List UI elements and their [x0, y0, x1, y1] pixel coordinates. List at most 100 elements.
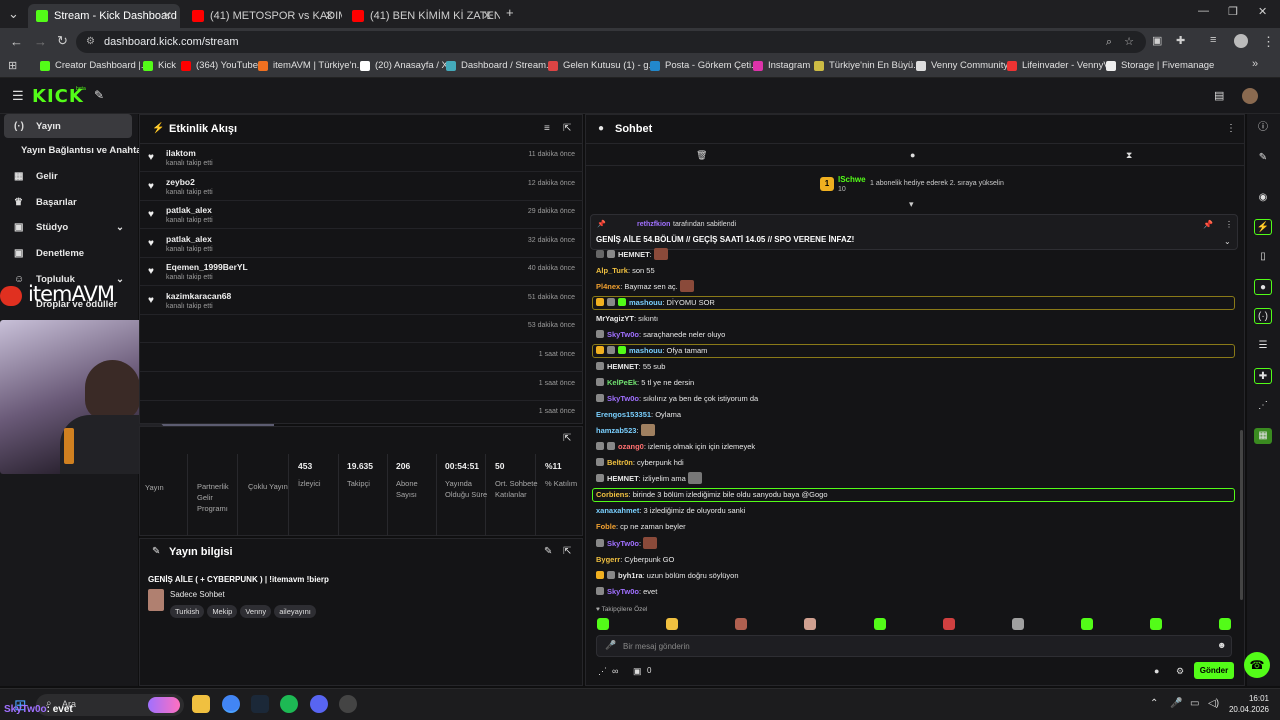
microphone-icon[interactable]: 🎤 [605, 640, 616, 651]
chat-username[interactable]: Erengos153351 [596, 410, 651, 419]
chat-username[interactable]: Foble [596, 522, 616, 531]
chat-message[interactable]: Pl4nex: Baymaz sen aç. [596, 280, 694, 294]
obs-icon[interactable] [339, 695, 357, 713]
tab-youtube-1[interactable]: (41) METOSPOR vs KADIM FUTB ✕ [184, 4, 342, 28]
chat-icon[interactable]: ● [1254, 279, 1272, 295]
chat-message[interactable]: mashouu: DİYOMU SOR [596, 296, 715, 310]
media-icon[interactable]: ≡ [1210, 34, 1216, 46]
chat-message[interactable]: SkyTw0o: evet [596, 585, 657, 599]
app-icon[interactable]: ▦ [1254, 428, 1272, 444]
reload-icon[interactable]: ↻ [57, 33, 68, 49]
bookmark-item[interactable]: Lifeinvader - VennyV [1007, 60, 1110, 71]
chat-message[interactable]: SkyTw0o: [596, 537, 658, 551]
chat-input[interactable]: 🎤 Bir mesaj gönderin ☻ [596, 635, 1232, 657]
menu-icon[interactable]: ⋮ [1262, 34, 1275, 50]
tag[interactable]: aileyayını [274, 605, 316, 618]
sidebar-item-basarilar[interactable]: ♛ Başarılar [4, 190, 132, 214]
camera-icon[interactable]: ◉ [1254, 190, 1272, 206]
leaderboard-toggle-icon[interactable]: ▾ [909, 199, 914, 210]
chrome-icon[interactable] [222, 695, 240, 713]
window-close-icon[interactable]: ✕ [1258, 5, 1267, 18]
sidebar-item-gelir[interactable]: ▦ Gelir [4, 164, 132, 188]
chat-username[interactable]: HEMNET [607, 474, 639, 483]
tab-kick-dashboard[interactable]: Stream - Kick Dashboard ✕ [28, 4, 180, 28]
chat-username[interactable]: Alp_Turk [596, 266, 628, 275]
activity-row[interactable]: ♥ Eqemen_1999BerYL kanalı takip etti 40 dak… [140, 258, 583, 286]
filter-icon[interactable]: ≡ [544, 123, 550, 134]
file-explorer-icon[interactable] [192, 695, 210, 713]
sidebar-item-denetleme[interactable]: ▣ Denetleme [4, 241, 132, 265]
gift-icon[interactable]: ▣ [633, 666, 642, 677]
chat-message[interactable]: SkyTw0o: saraçhanede neler oluyo [596, 328, 725, 342]
chat-message[interactable]: HEMNET: izliyelim ama [596, 472, 702, 486]
chevron-down-icon[interactable]: ⌄ [1224, 237, 1231, 246]
chat-message[interactable]: HEMNET: [596, 248, 668, 262]
emote-button[interactable] [1012, 618, 1024, 630]
chat-username[interactable]: xanaxahmet [596, 506, 639, 515]
puzzle-icon[interactable]: ✚ [1176, 34, 1185, 47]
info-icon[interactable]: ⓘ [1254, 120, 1272, 136]
emote-button[interactable] [1081, 618, 1093, 630]
extension-icon[interactable]: ▣ [1152, 34, 1162, 47]
emote-button[interactable] [597, 618, 609, 630]
chat-message[interactable]: HEMNET: 55 sub [596, 360, 665, 374]
chat-message[interactable]: hamzab523: [596, 424, 655, 438]
discord-icon[interactable] [310, 695, 328, 713]
chat-username[interactable]: SkyTw0o [607, 587, 639, 596]
zoom-icon[interactable]: ⌕ [1106, 31, 1112, 53]
back-icon[interactable]: ← [10, 34, 23, 49]
tray-chevron-icon[interactable]: ⌃ [1150, 698, 1158, 709]
sidebar-item-stream-key[interactable]: Yayın Bağlantısı ve Anahtarı [4, 138, 148, 162]
bookmark-item[interactable]: Creator Dashboard |... [40, 60, 149, 71]
popout-icon[interactable]: ⇱ [563, 546, 571, 557]
new-tab-icon[interactable]: + [506, 5, 514, 20]
steam-icon[interactable] [251, 695, 269, 713]
category-name[interactable]: Sadece Sohbet [170, 590, 225, 599]
edit-icon[interactable]: ✎ [544, 546, 552, 557]
forward-icon[interactable]: → [34, 34, 47, 49]
tag[interactable]: Venny [240, 605, 272, 618]
maximize-icon[interactable]: ❐ [1228, 5, 1238, 18]
volume-icon[interactable]: ◁) [1208, 698, 1219, 709]
bookmark-item[interactable]: Posta - Görkem Çeti... [650, 60, 759, 71]
chat-username[interactable]: KelPeEk [607, 378, 637, 387]
popout-icon[interactable]: ⇱ [563, 433, 571, 444]
trash-icon[interactable]: 🗑 [696, 150, 707, 161]
apps-icon[interactable]: ⊞ [8, 59, 17, 72]
emote-button[interactable] [1219, 618, 1231, 630]
bookmark-item[interactable]: Dashboard / Stream... [446, 60, 554, 71]
points-icon[interactable]: ⋰ [598, 666, 607, 677]
activity-row[interactable]: ♥ kazimkaracan68 kanalı takip etti 51 dakik… [140, 287, 583, 315]
unpin-icon[interactable]: 📌 [1203, 220, 1213, 229]
chat-username[interactable]: Corbiens [596, 490, 629, 499]
bookmark-item[interactable]: (364) YouTube [181, 60, 258, 71]
chat-message[interactable]: KelPeEk: 5 tl ye ne dersin [596, 376, 694, 390]
tag[interactable]: Mekip [207, 605, 238, 618]
pin-icon[interactable]: ✎ [94, 88, 104, 102]
minimize-icon[interactable]: — [1198, 5, 1209, 17]
chat-message[interactable]: Beltr0n: cyberpunk hdi [596, 456, 684, 470]
chat-message[interactable]: xanaxahmet: 3 izlediğimiz de oluyordu sa… [596, 504, 745, 518]
chat-message[interactable]: ozang0: izlemiş olmak için için izlemeye… [596, 440, 755, 454]
settings-gear-icon[interactable]: ⚙ [1176, 666, 1184, 677]
bookmark-star-icon[interactable]: ☆ [1124, 31, 1134, 53]
hourglass-icon[interactable]: ⧗ [1126, 150, 1132, 161]
sidebar-item-studyo[interactable]: ▣ Stüdyo ⌄ [4, 215, 132, 239]
spotify-icon[interactable] [280, 695, 298, 713]
activity-row[interactable]: 53 dakika önce [140, 315, 583, 343]
chat-username[interactable]: SkyTw0o [607, 539, 639, 548]
sidebar-item-yayin[interactable]: (·) Yayın [4, 114, 132, 138]
bookmark-item[interactable]: itemAVM | Türkiye'n... [258, 60, 365, 71]
address-bar[interactable]: ⚙ dashboard.kick.com/stream ⌕ ☆ [76, 31, 1146, 53]
network-icon[interactable]: ▭ [1190, 698, 1199, 709]
popout-icon[interactable]: ⇱ [563, 123, 571, 134]
top-gifter-name[interactable]: lSchwe [838, 175, 866, 184]
activity-row[interactable]: ♥ patlak_alex kanalı takip etti 29 dakika ö… [140, 201, 583, 229]
activity-row[interactable]: 1 saat önce [140, 344, 583, 372]
wallet-icon[interactable]: ▤ [1214, 89, 1224, 102]
wrench-icon[interactable]: ✚ [1254, 368, 1272, 384]
bookmark-item[interactable]: (20) Anasayfa / X [360, 60, 448, 71]
chat-message[interactable]: Alp_Turk: son 55 [596, 264, 655, 278]
chat-username[interactable]: SkyTw0o [607, 330, 639, 339]
chat-username[interactable]: mashouu [629, 298, 662, 307]
